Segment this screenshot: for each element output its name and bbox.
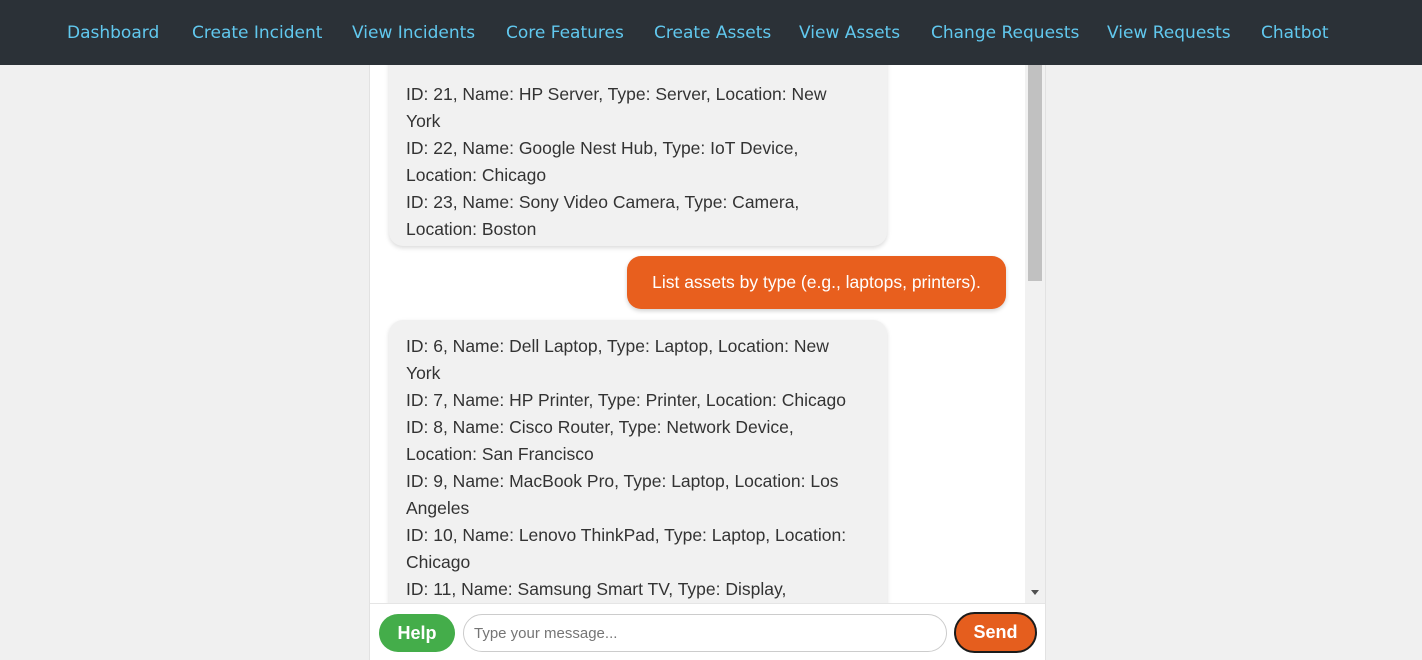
scroll-down-arrow-icon[interactable] xyxy=(1028,585,1042,599)
message-input[interactable] xyxy=(463,614,947,652)
chat-scrollbar[interactable] xyxy=(1025,65,1045,603)
nav-link-core-features[interactable]: Core Features xyxy=(506,22,624,44)
nav-link-view-requests[interactable]: View Requests xyxy=(1107,22,1231,44)
nav-link-chatbot[interactable]: Chatbot xyxy=(1261,22,1329,44)
message-line: Location: San Francisco xyxy=(406,444,594,464)
nav-link-dashboard[interactable]: Dashboard xyxy=(67,22,159,44)
message-line: ID: 10, Name: Lenovo ThinkPad, Type: Lap… xyxy=(406,525,847,545)
user-message: List assets by type (e.g., laptops, prin… xyxy=(627,256,1006,309)
nav-link-create-assets[interactable]: Create Assets xyxy=(654,22,771,44)
bot-message: ID: 21, Name: HP Server, Type: Server, L… xyxy=(389,65,887,246)
chat-panel: ID: 21, Name: HP Server, Type: Server, L… xyxy=(369,65,1046,660)
nav-link-change-requests[interactable]: Change Requests xyxy=(931,22,1079,44)
help-button[interactable]: Help xyxy=(379,614,455,652)
user-message-text: List assets by type (e.g., laptops, prin… xyxy=(652,272,981,292)
scrollbar-thumb[interactable] xyxy=(1028,65,1042,281)
message-line: ID: 8, Name: Cisco Router, Type: Network… xyxy=(406,417,794,437)
nav-link-create-incident[interactable]: Create Incident xyxy=(192,22,322,44)
message-line: ID: 11, Name: Samsung Smart TV, Type: Di… xyxy=(406,579,787,599)
message-line: Location: Boston xyxy=(406,219,537,239)
nav-link-view-incidents[interactable]: View Incidents xyxy=(352,22,475,44)
top-navbar: Dashboard Create Incident View Incidents… xyxy=(0,0,1422,65)
message-line: Location: Chicago xyxy=(406,165,547,185)
message-line: ID: 7, Name: HP Printer, Type: Printer, … xyxy=(406,390,846,410)
message-line: ID: 23, Name: Sony Video Camera, Type: C… xyxy=(406,192,800,212)
chat-messages: ID: 21, Name: HP Server, Type: Server, L… xyxy=(370,65,1025,603)
bot-message: ID: 6, Name: Dell Laptop, Type: Laptop, … xyxy=(389,320,887,603)
send-button[interactable]: Send xyxy=(954,612,1037,653)
chat-input-bar: Help Send xyxy=(370,603,1045,660)
message-line: ID: 6, Name: Dell Laptop, Type: Laptop, … xyxy=(406,336,829,356)
message-line: ID: 9, Name: MacBook Pro, Type: Laptop, … xyxy=(406,471,839,491)
message-line: Angeles xyxy=(406,498,470,518)
message-line: ID: 21, Name: HP Server, Type: Server, L… xyxy=(406,84,827,104)
message-line: Chicago xyxy=(406,552,471,572)
nav-link-view-assets[interactable]: View Assets xyxy=(799,22,900,44)
message-line: York xyxy=(406,363,441,383)
message-line: York xyxy=(406,111,441,131)
message-line: ID: 22, Name: Google Nest Hub, Type: IoT… xyxy=(406,138,799,158)
